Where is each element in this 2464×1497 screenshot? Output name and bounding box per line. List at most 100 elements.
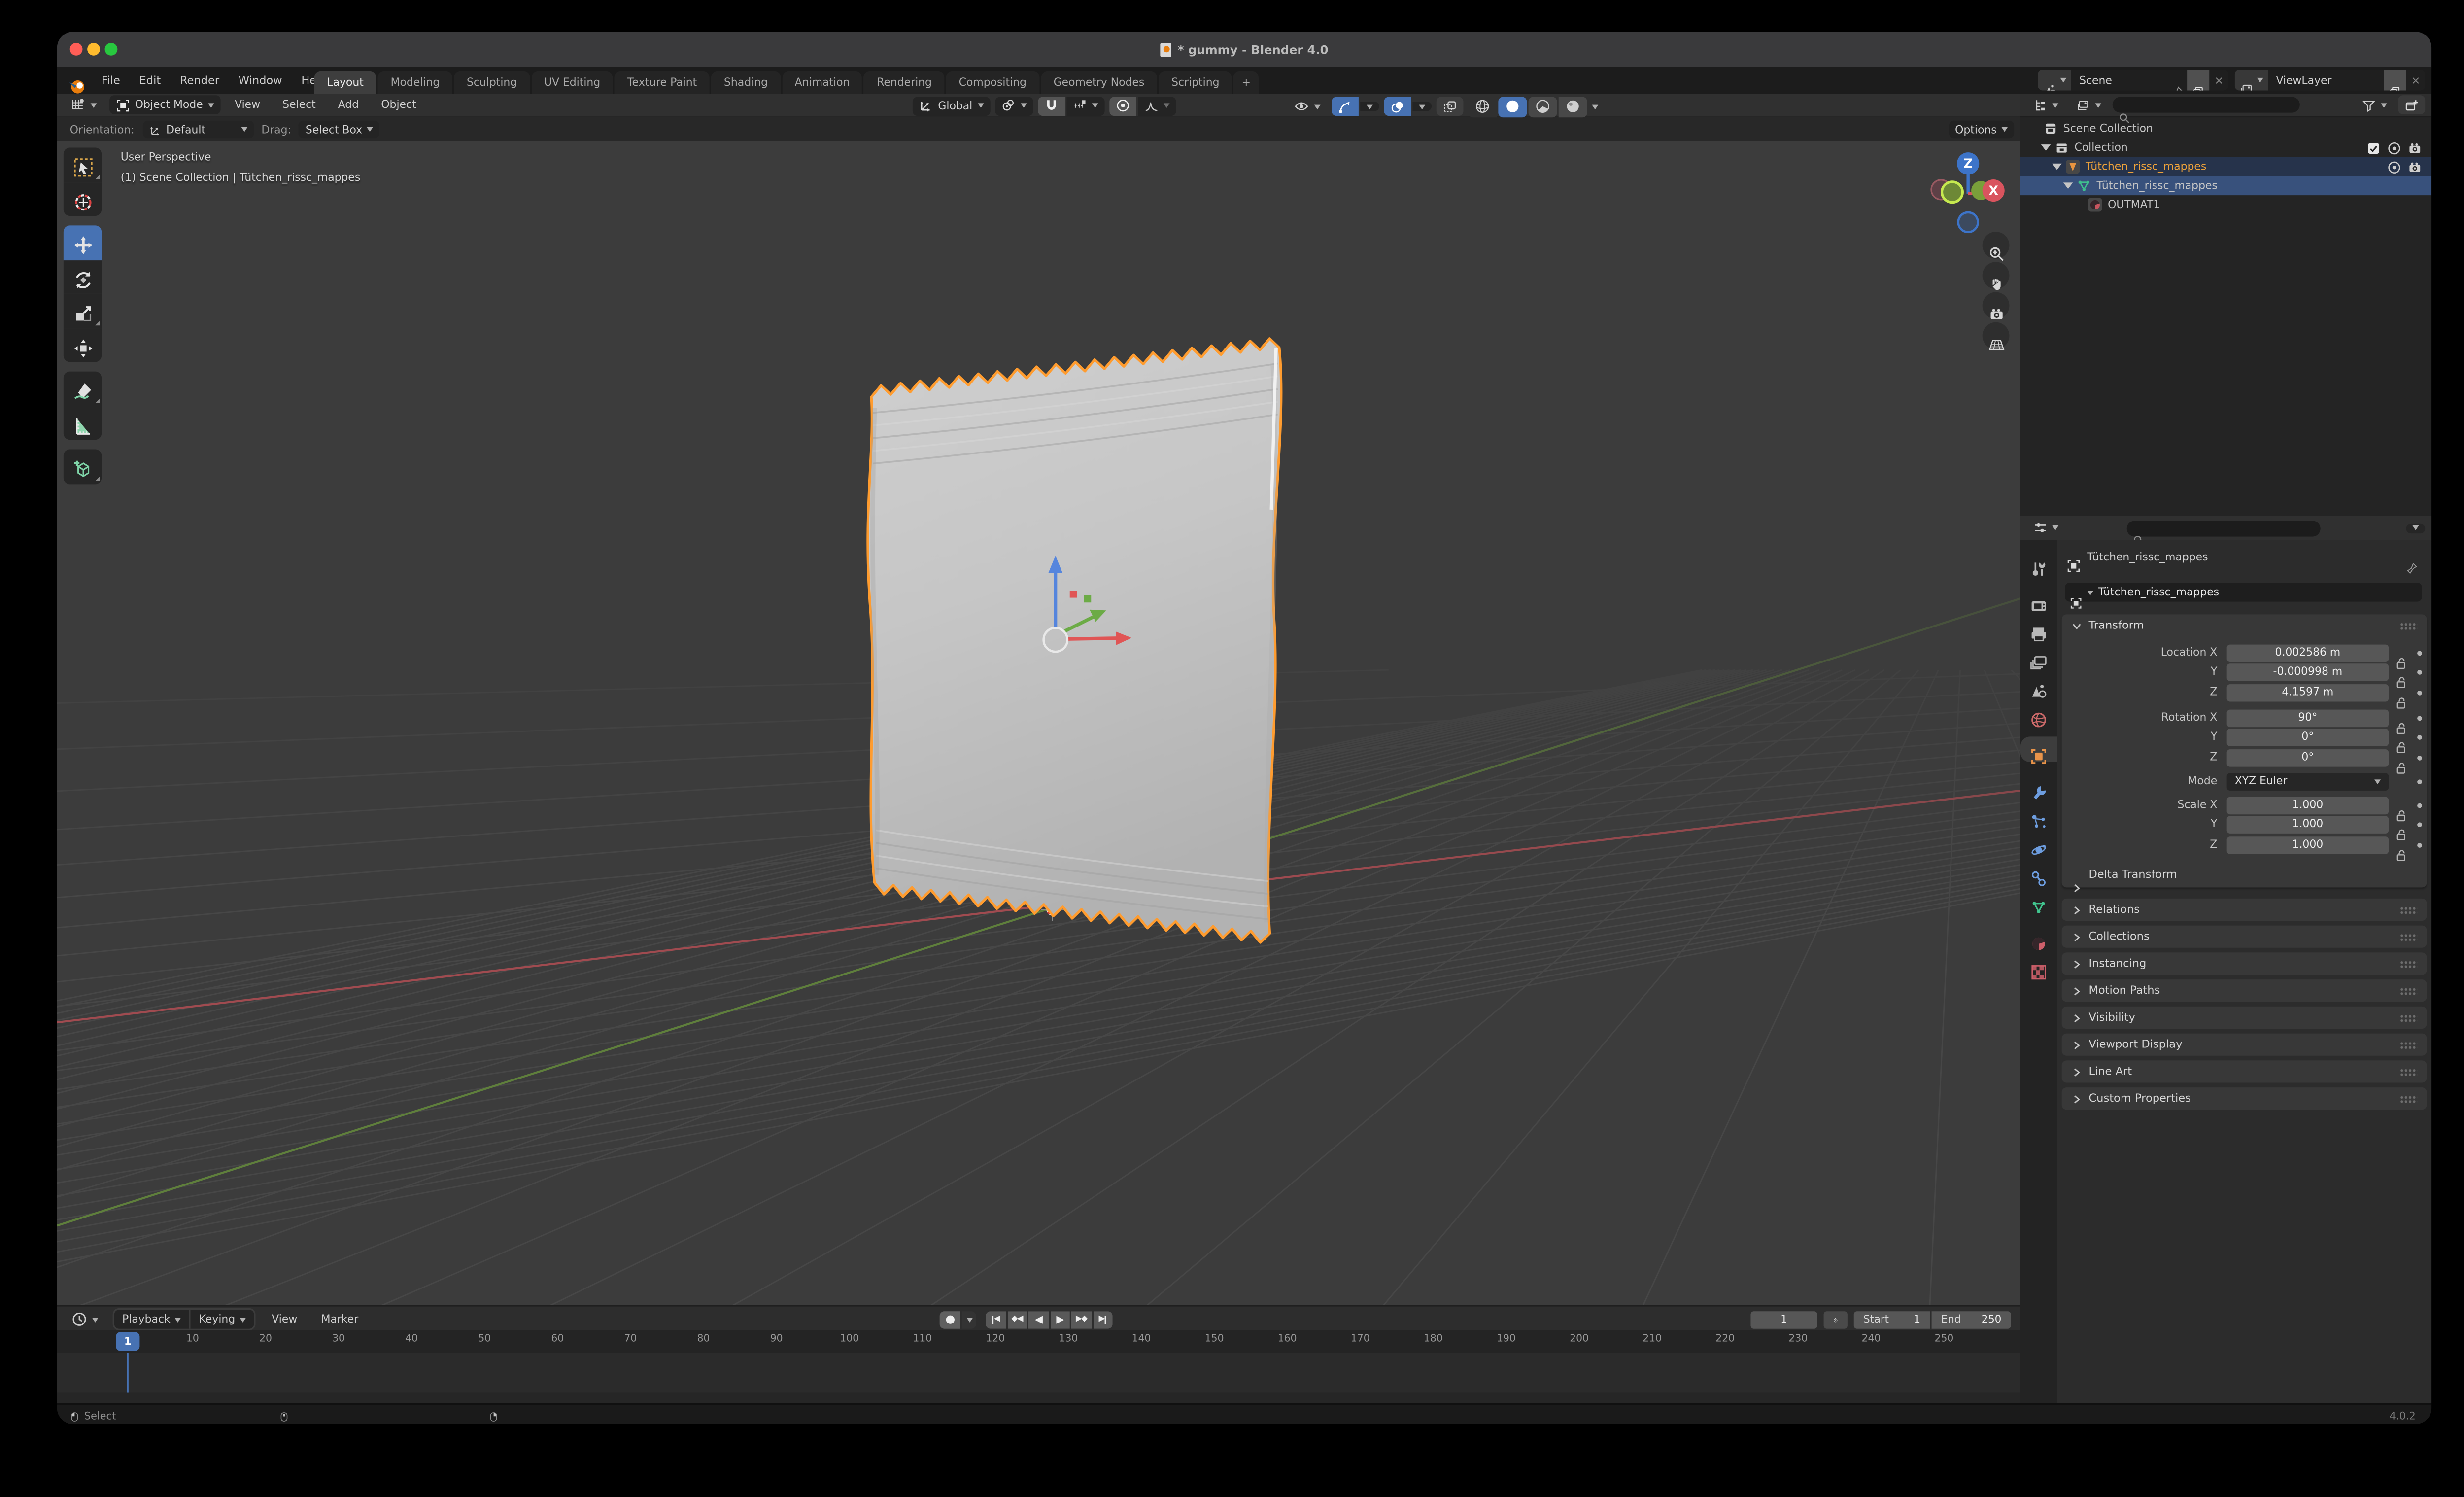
- eyedot-toggle-icon[interactable]: [2387, 160, 2401, 174]
- value-field[interactable]: 4.1597 m: [2227, 684, 2389, 701]
- jump-to-end-button[interactable]: ▶: [1093, 1311, 1112, 1328]
- scale-tool-button[interactable]: [64, 294, 102, 328]
- panel-motion-paths[interactable]: Motion Paths: [2062, 979, 2427, 1002]
- value-field[interactable]: -0.000998 m: [2227, 663, 2389, 681]
- panel-collections[interactable]: Collections: [2062, 926, 2427, 948]
- perspective-toggle-button[interactable]: [1983, 322, 2010, 349]
- workspace-tab-scripting[interactable]: Scripting: [1159, 71, 1232, 94]
- outliner-row-4[interactable]: OUTMAT1: [2020, 195, 2431, 214]
- properties-breadcrumb[interactable]: Tütchen_rissc_mappes: [2087, 550, 2208, 563]
- add-cube-tool-button[interactable]: [64, 449, 102, 483]
- lock-icon[interactable]: [2395, 665, 2408, 679]
- menu-window[interactable]: Window: [229, 74, 292, 87]
- shading-wireframe-button[interactable]: [1468, 96, 1497, 117]
- lock-icon[interactable]: [2395, 798, 2408, 812]
- lock-icon[interactable]: [2395, 685, 2408, 699]
- unlink-scene-button[interactable]: ×: [2210, 74, 2228, 87]
- orientation-default-dropdown[interactable]: Default: [142, 121, 253, 138]
- navigation-gizmo[interactable]: X Z: [1920, 146, 2016, 241]
- panel-visibility[interactable]: Visibility: [2062, 1007, 2427, 1029]
- panel-grip[interactable]: [2400, 905, 2417, 913]
- panel-grip[interactable]: [2400, 1013, 2417, 1021]
- select-box-tool-button[interactable]: [64, 148, 102, 182]
- outliner-item-label[interactable]: OUTMAT1: [2108, 199, 2160, 211]
- panel-line-art[interactable]: Line Art: [2062, 1060, 2427, 1082]
- menu-render[interactable]: Render: [171, 74, 229, 87]
- snap-toggle-button[interactable]: [1037, 96, 1064, 115]
- record-button[interactable]: ●: [940, 1311, 960, 1328]
- workspace-tab-animation[interactable]: Animation: [782, 71, 862, 94]
- show-overlays-toggle[interactable]: [1384, 97, 1411, 116]
- properties-tab-world[interactable]: [2020, 700, 2057, 726]
- frame-end-field[interactable]: End250: [1932, 1311, 2011, 1328]
- viewport-3d[interactable]: User Perspective (1) Scene Collection | …: [57, 141, 2020, 1305]
- add-workspace-button[interactable]: +: [1233, 71, 1259, 94]
- new-viewlayer-button[interactable]: [2384, 70, 2406, 91]
- animate-dot[interactable]: [2417, 755, 2422, 760]
- panel-grip[interactable]: [2400, 1068, 2417, 1076]
- timeline-ruler[interactable]: 1 10203040506070809010011012013014015016…: [57, 1330, 2020, 1353]
- value-field[interactable]: 0.002586 m: [2227, 644, 2389, 661]
- value-field[interactable]: 0°: [2227, 749, 2389, 766]
- menu-view[interactable]: View: [227, 99, 268, 111]
- outliner-row-0[interactable]: Scene Collection: [2020, 119, 2431, 139]
- rotate-tool-button[interactable]: [64, 260, 102, 294]
- remove-viewlayer-button[interactable]: ×: [2406, 74, 2425, 87]
- animate-dot[interactable]: [2417, 690, 2422, 695]
- snap-settings-dropdown[interactable]: [1066, 96, 1104, 115]
- viewlayer-selector-iconseg[interactable]: [2235, 70, 2268, 91]
- expand-triangle-icon[interactable]: [2063, 182, 2073, 194]
- panel-grip[interactable]: [2400, 1095, 2417, 1103]
- cam-toggle-icon[interactable]: [2408, 140, 2422, 155]
- value-field[interactable]: 1.000: [2227, 836, 2389, 853]
- viewlayer-selector[interactable]: ViewLayer ×: [2235, 70, 2425, 91]
- animate-dot[interactable]: [2417, 670, 2422, 675]
- panel-grip[interactable]: [2400, 960, 2417, 968]
- animate-dot[interactable]: [2417, 715, 2422, 720]
- outliner-filter-dropdown[interactable]: [2356, 95, 2394, 114]
- menu-view-timeline[interactable]: View: [264, 1313, 305, 1326]
- workspace-tab-uv-editing[interactable]: UV Editing: [531, 71, 613, 94]
- use-preview-range-button[interactable]: [1824, 1311, 1848, 1328]
- annotate-tool-button[interactable]: [64, 372, 102, 406]
- animate-dot[interactable]: [2417, 735, 2422, 740]
- value-field[interactable]: 90°: [2227, 709, 2389, 726]
- lock-icon[interactable]: [2395, 645, 2408, 660]
- outliner-item-label[interactable]: Scene Collection: [2063, 122, 2153, 135]
- blender-logo-icon[interactable]: [68, 70, 87, 90]
- xray-toggle[interactable]: [1437, 97, 1464, 116]
- menu-keying[interactable]: Keying: [191, 1313, 254, 1326]
- cam-toggle-icon[interactable]: [2408, 160, 2422, 174]
- workspace-tab-sculpting[interactable]: Sculpting: [454, 71, 530, 94]
- menu-add[interactable]: Add: [330, 99, 367, 111]
- properties-tab-constraints[interactable]: [2020, 859, 2057, 884]
- pivot-point-dropdown[interactable]: [994, 96, 1032, 115]
- new-collection-button[interactable]: [2398, 95, 2425, 114]
- outliner-row-2[interactable]: Tütchen_rissc_mappes: [2020, 157, 2431, 176]
- panel-grip[interactable]: [2400, 933, 2417, 940]
- editor-type-button[interactable]: [64, 95, 103, 115]
- zoom-button[interactable]: [1983, 232, 2010, 259]
- shading-dropdown-chevron[interactable]: [1592, 104, 1598, 109]
- properties-tab-output[interactable]: [2020, 614, 2057, 640]
- value-field[interactable]: 1.000: [2227, 796, 2389, 813]
- workspace-tab-geometry-nodes[interactable]: Geometry Nodes: [1041, 71, 1157, 94]
- expand-triangle-icon[interactable]: [2052, 164, 2061, 175]
- properties-tab-tool[interactable]: [2020, 549, 2057, 575]
- shading-solid-button[interactable]: [1498, 96, 1527, 117]
- panel-custom-properties[interactable]: Custom Properties: [2062, 1087, 2427, 1110]
- lock-icon[interactable]: [2395, 818, 2408, 832]
- animate-dot[interactable]: [2417, 779, 2422, 784]
- lock-icon[interactable]: [2395, 750, 2408, 765]
- panel-grip[interactable]: [2400, 622, 2417, 629]
- outliner-search-input[interactable]: [2113, 97, 2300, 112]
- pan-button[interactable]: [1983, 262, 2010, 289]
- properties-tab-viewlayer[interactable]: [2020, 643, 2057, 668]
- pin-icon[interactable]: [2171, 74, 2184, 87]
- workspace-tab-rendering[interactable]: Rendering: [864, 71, 944, 94]
- visibility-dropdown[interactable]: [1287, 96, 1327, 117]
- scene-selector-iconseg[interactable]: [2038, 70, 2071, 91]
- camera-view-button[interactable]: [1983, 292, 2010, 319]
- panel-relations[interactable]: Relations: [2062, 899, 2427, 921]
- outliner-item-label[interactable]: Tütchen_rissc_mappes: [2097, 179, 2218, 192]
